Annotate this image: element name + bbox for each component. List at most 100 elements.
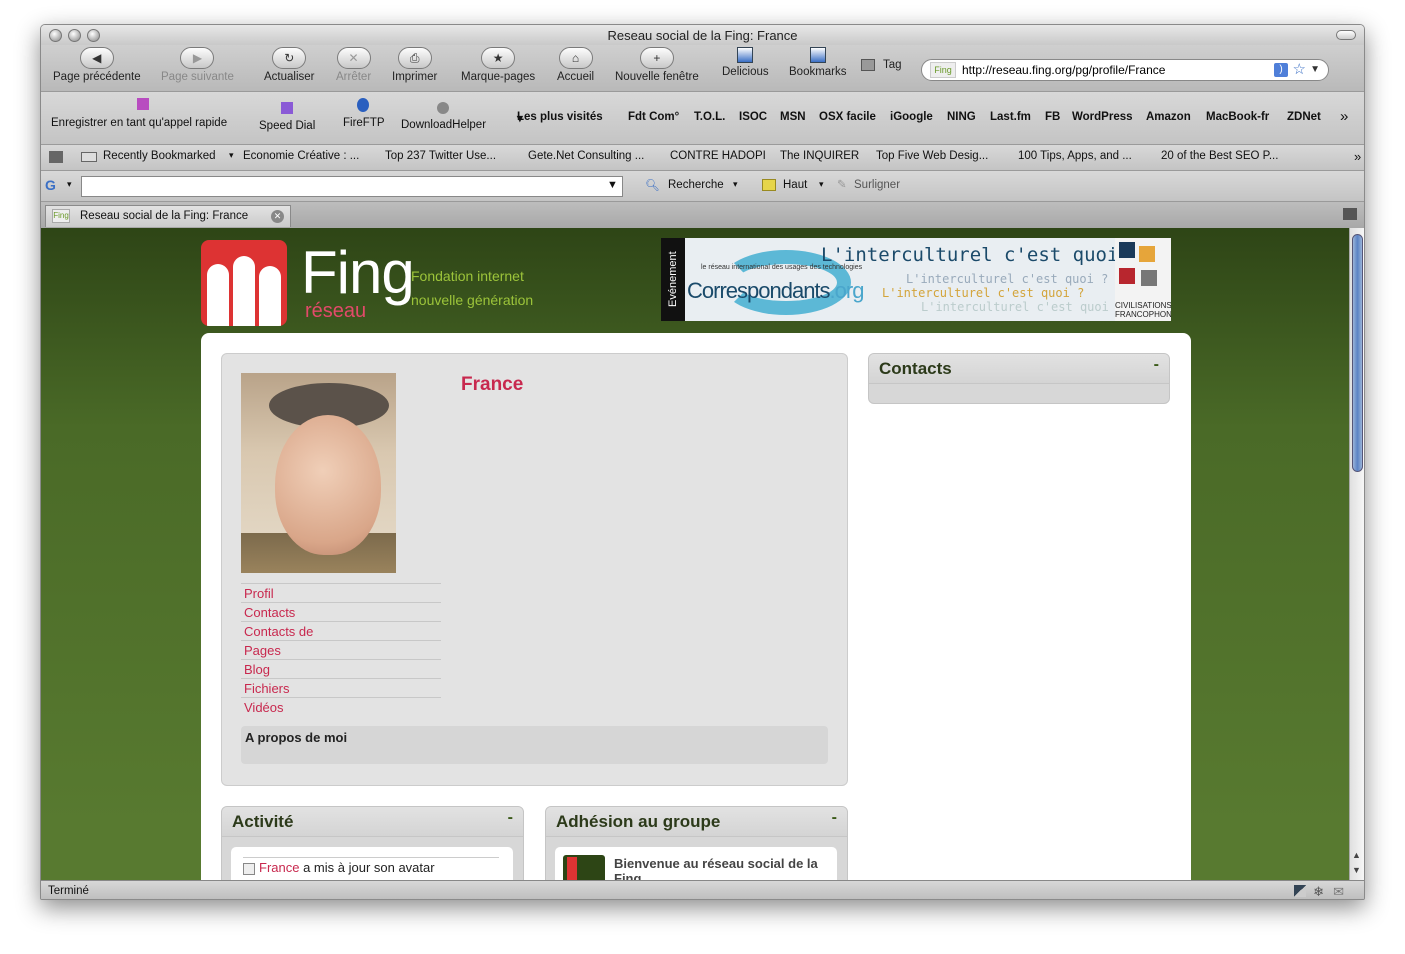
forward-arrow-icon: ▶ — [180, 47, 215, 69]
bookmark-link[interactable]: FB — [1045, 111, 1060, 123]
recently-bookmarked-menu[interactable]: Recently Bookmarked — [103, 150, 216, 162]
bookmark-link[interactable]: Fdt Com° — [628, 111, 679, 123]
google-search-input[interactable] — [81, 176, 623, 197]
forward-button[interactable]: ▶ Page suivante — [161, 47, 234, 83]
profile-menu-item-contacts[interactable]: Contacts — [241, 602, 441, 621]
bookmark-link[interactable]: OSX facile — [819, 111, 876, 123]
bookmarks-menu-button[interactable]: ★ Marque-pages — [461, 47, 535, 83]
group-logo-icon[interactable] — [563, 855, 605, 880]
bookmark-link[interactable]: MacBook-fr — [1206, 111, 1269, 123]
speed-dial-save-button[interactable]: Enregistrer en tant qu'appel rapide — [51, 117, 227, 129]
bookmark-link[interactable]: Last.fm — [990, 111, 1031, 123]
advertisement-banner[interactable]: Evénement le réseau international des us… — [661, 238, 1171, 321]
highlight-button[interactable]: Surligner — [854, 179, 900, 191]
tag-button[interactable]: Tag — [861, 59, 902, 71]
stop-button[interactable]: ✕ Arrêter — [336, 47, 371, 83]
bookmark-link[interactable]: MSN — [780, 111, 806, 123]
scroll-down-arrow-icon[interactable]: ▼ — [1352, 865, 1361, 875]
print-button[interactable]: ⎙ Imprimer — [392, 47, 437, 83]
more-bookmarks-chevron-icon[interactable]: » — [1340, 108, 1348, 125]
activity-widget-title: Activité — [222, 807, 523, 837]
vertical-scrollbar[interactable]: ▲ ▼ — [1349, 228, 1364, 880]
bookmark-item[interactable]: Top 237 Twitter Use... — [385, 150, 496, 162]
user-icon — [243, 862, 255, 875]
downloadhelper-icon — [437, 102, 449, 114]
dropdown-arrow-icon[interactable]: ▾ — [733, 179, 738, 190]
close-window-button[interactable] — [49, 29, 62, 42]
activity-user-link[interactable]: France — [259, 860, 299, 875]
profile-menu-item-videos[interactable]: Vidéos — [241, 697, 441, 716]
bookmarks-button[interactable]: Bookmarks — [789, 47, 847, 78]
profile-menu-item-pages[interactable]: Pages — [241, 640, 441, 659]
downloadhelper-button[interactable]: DownloadHelper — [401, 119, 486, 131]
dropdown-arrow-icon[interactable]: ▾ — [819, 179, 824, 190]
minimize-window-button[interactable] — [68, 29, 81, 42]
close-tab-icon[interactable]: ✕ — [271, 210, 284, 223]
bookmark-link[interactable]: ZDNet — [1287, 111, 1321, 123]
toolbar-toggle-button[interactable] — [1336, 30, 1356, 40]
search-magnifier-icon: 🔍︎ — [645, 180, 660, 192]
bookmark-link[interactable]: T.O.L. — [694, 111, 725, 123]
speed-dial-button[interactable]: Speed Dial — [259, 120, 315, 132]
search-button[interactable]: Recherche — [668, 179, 724, 191]
status-delicious-icon[interactable] — [1294, 885, 1306, 897]
site-logo[interactable]: Fing réseau Fondation internet nouvelle … — [201, 238, 541, 328]
bookmark-item[interactable]: Gete.Net Consulting ... — [528, 150, 644, 162]
tab-favicon: Fing — [52, 209, 70, 223]
bookmark-link[interactable]: WordPress — [1072, 111, 1133, 123]
url-history-dropdown-icon[interactable]: ▼ — [1310, 60, 1320, 80]
top-button[interactable]: Haut — [783, 179, 807, 191]
rss-icon[interactable]: ) — [1274, 63, 1288, 77]
dropdown-arrow-icon[interactable]: ▾ — [67, 179, 72, 190]
profile-menu-item-profil[interactable]: Profil — [241, 583, 441, 602]
print-label: Imprimer — [392, 71, 438, 83]
bookmark-item[interactable]: Top Five Web Desig... — [876, 150, 988, 162]
delicious-icon — [737, 47, 754, 63]
bookmark-link[interactable]: iGoogle — [890, 111, 933, 123]
bookmark-item[interactable]: 20 of the Best SEO P... — [1161, 150, 1278, 162]
fireftp-icon — [357, 98, 369, 112]
profile-avatar[interactable] — [241, 373, 396, 573]
bookmark-star-icon[interactable]: ☆ — [1293, 60, 1306, 80]
status-snowflake-icon[interactable]: ❄ — [1313, 882, 1324, 899]
more-bookmarks-chevron-icon[interactable]: » — [1354, 149, 1361, 164]
group-welcome-text[interactable]: Bienvenue au réseau social de la Fing — [614, 856, 829, 880]
folder-up-icon — [762, 179, 776, 191]
home-icon: ⌂ — [558, 47, 593, 69]
back-button[interactable]: ◀ Page précédente — [53, 47, 141, 83]
bookmark-link[interactable]: NING — [947, 111, 976, 123]
profile-menu-item-contacts-de[interactable]: Contacts de — [241, 621, 441, 640]
most-visited-link[interactable]: Les plus visités ▾ — [517, 111, 603, 125]
reload-button[interactable]: ↻ Actualiser — [264, 47, 315, 83]
bookmark-item[interactable]: Economie Créative : ... — [243, 150, 359, 162]
google-icon[interactable]: G — [45, 177, 56, 193]
delicious-button[interactable]: Delicious — [722, 47, 769, 78]
scroll-up-arrow-icon[interactable]: ▲ — [1352, 850, 1361, 860]
bookmark-manager-icon[interactable] — [49, 151, 63, 163]
bookmark-link[interactable]: Amazon — [1146, 111, 1191, 123]
tab-title: Reseau social de la Fing: France — [80, 210, 249, 222]
tab-active[interactable]: Fing Reseau social de la Fing: France ✕ — [45, 205, 291, 227]
home-button[interactable]: ⌂ Accueil — [557, 47, 594, 83]
bookmarks-icon — [809, 47, 826, 63]
fireftp-button[interactable]: FireFTP — [343, 117, 385, 129]
search-history-dropdown-icon[interactable]: ▼ — [607, 179, 618, 191]
status-mail-icon[interactable]: ✉ — [1333, 882, 1344, 899]
scrollbar-thumb[interactable] — [1352, 234, 1363, 472]
ad-question-echo: L'interculturel c'est quoi ? — [921, 300, 1124, 314]
collapse-activity-button[interactable]: - — [508, 809, 513, 827]
profile-menu-item-fichiers[interactable]: Fichiers — [241, 678, 441, 697]
profile-menu-item-blog[interactable]: Blog — [241, 659, 441, 678]
bookmark-link[interactable]: ISOC — [739, 111, 767, 123]
collapse-group-button[interactable]: - — [832, 809, 837, 827]
bookmark-item[interactable]: The INQUIRER — [780, 150, 859, 162]
url-bar[interactable]: Fing http://reseau.fing.org/pg/profile/F… — [921, 59, 1329, 81]
zoom-window-button[interactable] — [87, 29, 100, 42]
collapse-contacts-button[interactable]: - — [1154, 356, 1159, 374]
bookmark-item[interactable]: 100 Tips, Apps, and ... — [1018, 150, 1132, 162]
new-window-button[interactable]: + Nouvelle fenêtre — [615, 47, 699, 83]
navigation-toolbar: ◀ Page précédente ▶ Page suivante ↻ Actuali… — [41, 45, 1364, 91]
tab-list-icon[interactable] — [1343, 208, 1357, 220]
bookmarks-label: Bookmarks — [789, 66, 847, 78]
bookmark-item[interactable]: CONTRE HADOPI — [670, 150, 766, 162]
